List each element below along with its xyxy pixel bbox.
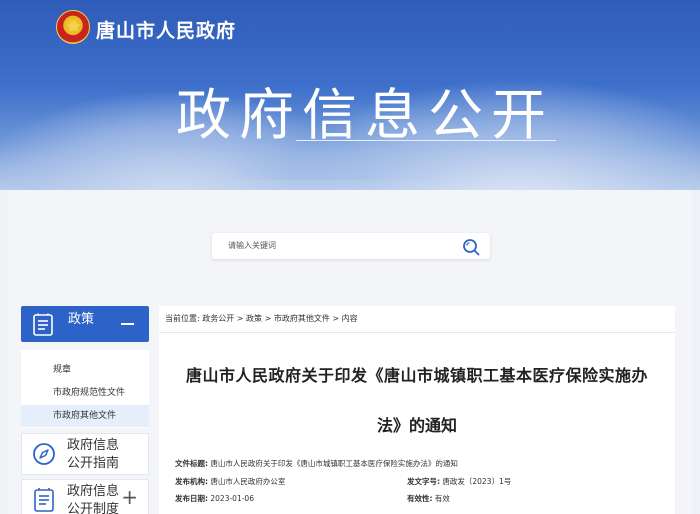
meta-label: 有效性: [407,494,433,503]
header-banner: 唐山市人民政府 政府信息公开 [0,0,700,190]
document-icon [33,313,53,336]
page-title: 政府信息公开 [176,83,555,147]
document-content: 当前位置: 政务公开 > 政策 > 市政府其他文件 > 内容 唐山市人民政府关于… [159,306,675,514]
meta-label: 文件标题: [175,459,208,468]
site-name[interactable]: 唐山市人民政府 [96,16,236,43]
meta-issuer: 发布机构: 唐山市人民政府办公室 [175,476,285,487]
meta-validity: 有效性: 有效 [407,493,450,504]
national-emblem-icon[interactable] [56,10,90,44]
document-title-line1: 唐山市人民政府关于印发《唐山市城镇职工基本医疗保险实施办 [185,366,648,385]
breadcrumb-item-other-docs[interactable]: 市政府其他文件 [274,314,330,323]
meta-doc-number: 发文字号: 唐政发〔2023〕1号 [407,476,511,487]
sidebar-card-label: 政府信息 公开指南 [67,437,137,473]
breadcrumb-item-policy[interactable]: 政策 [246,314,262,323]
card-label-line1: 政府信息 [67,438,120,453]
meta-label: 发文字号: [407,477,440,486]
breadcrumb-separator: > [332,314,340,323]
search-input[interactable]: 请输入关键词 [228,240,276,251]
collapse-icon[interactable] [121,323,134,325]
sidebar-sub-list: 规章 市政府规范性文件 市政府其他文件 [21,350,149,428]
title-underline [296,140,556,141]
breadcrumb-item-gov-affairs[interactable]: 政务公开 [202,314,234,323]
sidebar-card-disclosure-system[interactable]: 政府信息 公开制度 + [21,479,149,514]
breadcrumb-prefix: 当前位置: [165,314,200,323]
meta-label: 发布机构: [175,477,208,486]
meta-value: 唐山市人民政府关于印发《唐山市城镇职工基本医疗保险实施办法》的通知 [210,459,458,468]
meta-value: 唐政发〔2023〕1号 [442,477,512,486]
expand-plus-icon[interactable]: + [121,486,138,508]
meta-value: 有效 [434,494,450,503]
document-title-line2: 法》的通知 [376,416,457,435]
meta-value: 2023-01-06 [210,494,254,503]
sidebar-item-normative-documents[interactable]: 市政府规范性文件 [21,382,149,404]
sidebar-card-disclosure-guide[interactable]: 政府信息 公开指南 [21,433,149,475]
breadcrumb-item-content: 内容 [341,314,358,323]
meta-label: 发布日期: [175,494,208,503]
sidebar-policy-header[interactable]: 政策 [21,306,149,342]
sidebar-item-other-documents[interactable]: 市政府其他文件 [21,405,149,427]
sidebar-policy-label: 政策 [68,312,95,327]
compass-icon [33,443,55,465]
sidebar-item-regulations[interactable]: 规章 [21,359,149,381]
breadcrumb-separator: > [264,314,272,323]
search-icon[interactable] [462,238,480,256]
breadcrumb-separator: > [236,314,244,323]
meta-file-title: 文件标题: 唐山市人民政府关于印发《唐山市城镇职工基本医疗保险实施办法》的通知 [175,458,458,469]
meta-value: 唐山市人民政府办公室 [210,477,286,486]
divider [159,332,675,333]
document-icon [34,488,54,512]
meta-date: 发布日期: 2023-01-06 [175,493,254,504]
card-label-line2: 公开指南 [67,456,120,471]
breadcrumb: 当前位置: 政务公开 > 政策 > 市政府其他文件 > 内容 [165,313,358,324]
search-box[interactable]: 请输入关键词 [212,233,490,259]
